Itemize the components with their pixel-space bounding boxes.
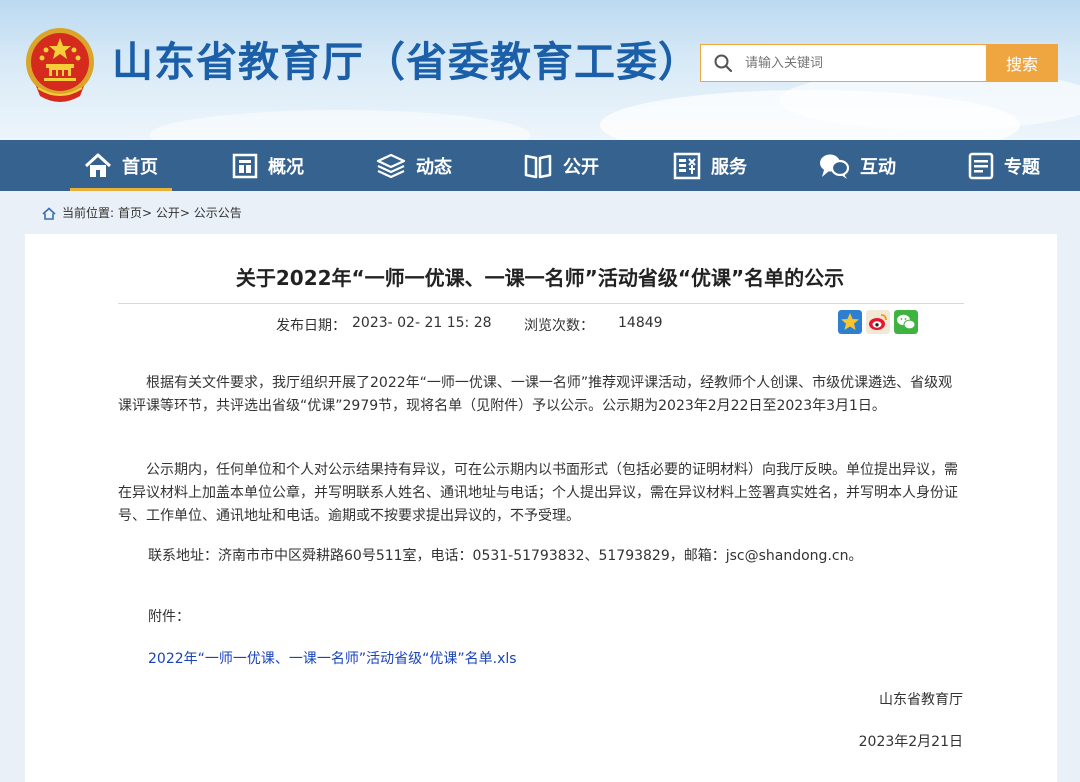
nav-label: 动态 [416, 156, 452, 178]
nav-label: 首页 [122, 156, 158, 178]
nav-label: 互动 [860, 156, 896, 178]
attachment-label: 附件： [148, 609, 190, 625]
site-title: 山东省教育厅（省委教育工委） [112, 38, 700, 86]
wechat-icon[interactable] [894, 310, 918, 334]
nav-item-interact[interactable]: 互动 [818, 140, 896, 191]
national-emblem-icon[interactable] [22, 24, 98, 104]
layers-icon [376, 153, 406, 178]
home-small-icon [42, 206, 56, 220]
home-icon [84, 153, 112, 177]
service-icon [673, 152, 701, 179]
site-header: 山东省教育厅（省委教育工委） 搜索 [0, 0, 1080, 140]
nav-item-overview[interactable]: 概况 [232, 140, 304, 191]
body-paragraph-2: 公示期内，任何单位和个人对公示结果持有异议，可在公示期内以书面形式（包括必要的证… [118, 462, 958, 524]
breadcrumb-path[interactable]: 首页> 公开> 公示公告 [118, 201, 242, 225]
breadcrumb-prefix: 当前位置: [62, 206, 115, 220]
attachment-link[interactable]: 2022年“一师一优课、一课一名师”活动省级“优课”名单.xls [148, 648, 517, 668]
nav-item-home[interactable]: 首页 [70, 140, 172, 191]
view-count-label: 浏览次数： [524, 318, 594, 334]
contact-info: 联系地址：济南市市中区舜耕路60号511室，电话：0531-51793832、5… [148, 548, 863, 564]
search-icon [701, 44, 745, 82]
chat-icon [820, 154, 850, 179]
nav-label: 概况 [268, 156, 304, 178]
publish-date-label: 发布日期： [276, 318, 346, 334]
favorite-icon[interactable] [838, 310, 862, 334]
nav-item-news[interactable]: 动态 [376, 140, 452, 191]
building-icon [232, 153, 258, 178]
view-count-value: 14849 [618, 315, 663, 331]
nav-label: 服务 [711, 156, 747, 178]
signature: 山东省教育厅 [879, 692, 963, 708]
body-paragraph-1: 根据有关文件要求，我厅组织开展了2022年“一师一优课、一课一名师”推荐观评课活… [118, 375, 953, 414]
search-box [700, 44, 986, 82]
publish-date-value: 2023- 02- 21 15: 28 [352, 315, 492, 331]
search-button[interactable]: 搜索 [986, 44, 1058, 82]
nav-item-service[interactable]: 服务 [673, 140, 747, 191]
document-icon [968, 152, 994, 179]
main-nav: 首页 概况 动态 公开 服务 互动 专题 [0, 140, 1080, 191]
book-icon [524, 154, 552, 178]
nav-item-topic[interactable]: 专题 [968, 140, 1040, 191]
header-cloud [150, 110, 530, 140]
nav-item-public[interactable]: 公开 [523, 140, 599, 191]
nav-label: 专题 [1004, 156, 1040, 178]
nav-label: 公开 [563, 156, 599, 178]
breadcrumb: 当前位置: 首页> 公开> 公示公告 [42, 201, 242, 225]
search-input[interactable] [745, 48, 965, 78]
signature-date: 2023年2月21日 [858, 734, 963, 750]
title-divider [118, 303, 964, 304]
article-title: 关于2022年“一师一优课、一课一名师”活动省级“优课”名单的公示 [235, 266, 845, 290]
weibo-icon[interactable] [866, 310, 890, 334]
